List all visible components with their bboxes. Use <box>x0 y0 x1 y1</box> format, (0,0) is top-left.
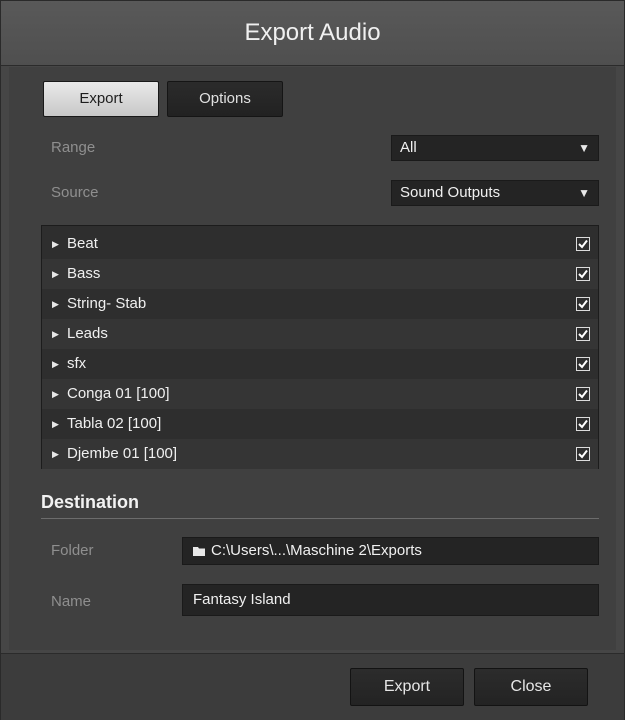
folder-icon <box>193 547 205 556</box>
list-item-label: Djembe 01 [100] <box>67 445 178 462</box>
checkmark-icon[interactable] <box>576 387 590 401</box>
list-item[interactable]: ▶ sfx <box>42 349 598 379</box>
dialog-footer: Export Close <box>1 653 624 720</box>
tab-options[interactable]: Options <box>167 81 283 117</box>
divider <box>41 518 599 519</box>
folder-field[interactable]: C:\Users\...\Maschine 2\Exports <box>182 537 599 565</box>
dialog-title: Export Audio <box>1 1 624 66</box>
list-item[interactable]: ▶ String- Stab <box>42 289 598 319</box>
folder-label: Folder <box>51 542 94 559</box>
list-item[interactable]: ▶ Djembe 01 [100] <box>42 439 598 469</box>
export-audio-dialog: Export Audio Export Options Range All ▼ … <box>0 0 625 720</box>
checkmark-icon[interactable] <box>576 357 590 371</box>
export-button[interactable]: Export <box>350 668 464 706</box>
checkmark-icon[interactable] <box>576 237 590 251</box>
checkmark-icon[interactable] <box>576 297 590 311</box>
name-input[interactable]: Fantasy Island <box>182 584 599 616</box>
close-button[interactable]: Close <box>474 668 588 706</box>
sound-outputs-list: ▶ Beat ▶ Bass ▶ String- Stab ▶ Leads ▶ s… <box>41 225 599 469</box>
range-select[interactable]: All ▼ <box>391 135 599 161</box>
list-item[interactable]: ▶ Tabla 02 [100] <box>42 409 598 439</box>
triangle-right-icon[interactable]: ▶ <box>52 409 59 439</box>
list-item-label: Leads <box>67 325 108 342</box>
destination-heading: Destination <box>41 492 140 512</box>
triangle-down-icon: ▼ <box>578 186 590 200</box>
list-item[interactable]: ▶ Leads <box>42 319 598 349</box>
folder-path: C:\Users\...\Maschine 2\Exports <box>211 542 422 559</box>
range-label: Range <box>51 139 96 156</box>
list-item[interactable]: ▶ Beat <box>42 229 598 259</box>
list-item-label: String- Stab <box>67 295 147 312</box>
source-select-value: Sound Outputs <box>400 184 501 201</box>
triangle-right-icon[interactable]: ▶ <box>52 259 59 289</box>
list-item[interactable]: ▶ Bass <box>42 259 598 289</box>
list-item-label: sfx <box>67 355 87 372</box>
triangle-right-icon[interactable]: ▶ <box>52 349 59 379</box>
list-item-label: Bass <box>67 265 101 282</box>
triangle-right-icon[interactable]: ▶ <box>52 319 59 349</box>
triangle-right-icon[interactable]: ▶ <box>52 439 59 469</box>
list-item-label: Tabla 02 [100] <box>67 415 162 432</box>
triangle-down-icon: ▼ <box>578 141 590 155</box>
triangle-right-icon[interactable]: ▶ <box>52 229 59 259</box>
triangle-right-icon[interactable]: ▶ <box>52 379 59 409</box>
dialog-content: Export Options Range All ▼ Source Sound … <box>9 67 616 650</box>
name-label: Name <box>51 593 92 610</box>
source-label: Source <box>51 184 99 201</box>
triangle-right-icon[interactable]: ▶ <box>52 289 59 319</box>
checkmark-icon[interactable] <box>576 267 590 281</box>
list-item-label: Conga 01 [100] <box>67 385 170 402</box>
list-item[interactable]: ▶ Conga 01 [100] <box>42 379 598 409</box>
list-item-label: Beat <box>67 235 98 252</box>
checkmark-icon[interactable] <box>576 447 590 461</box>
source-select[interactable]: Sound Outputs ▼ <box>391 180 599 206</box>
checkmark-icon[interactable] <box>576 417 590 431</box>
range-select-value: All <box>400 139 417 156</box>
tab-export[interactable]: Export <box>43 81 159 117</box>
checkmark-icon[interactable] <box>576 327 590 341</box>
